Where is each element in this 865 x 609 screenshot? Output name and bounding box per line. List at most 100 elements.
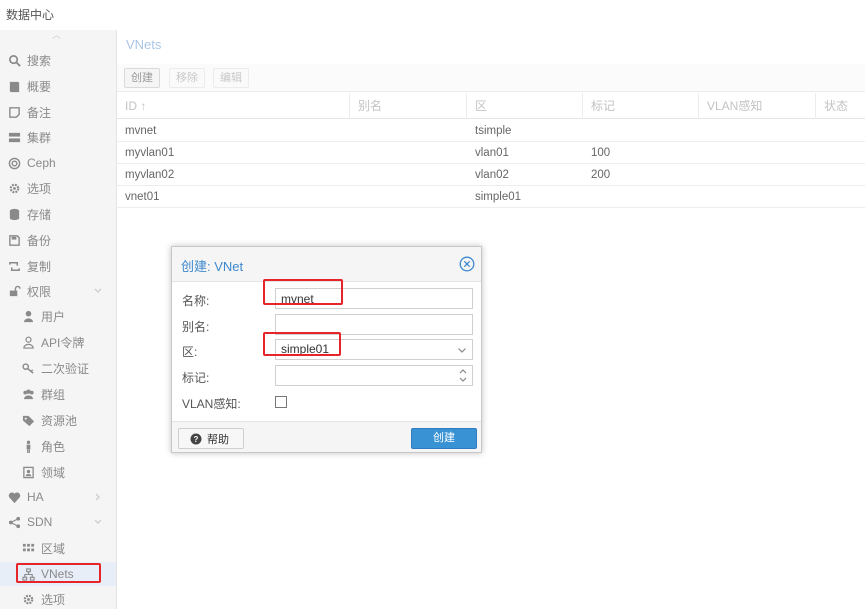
sidebar-item-cluster[interactable]: 集群 [0, 125, 116, 149]
tag-spinner[interactable] [275, 365, 473, 386]
zone-label: 区: [182, 345, 198, 359]
sidebar-item-permissions[interactable]: 权限 [0, 279, 116, 303]
table-row[interactable]: myvlan02 vlan02 200 [117, 164, 865, 186]
sidebar-item-groups[interactable]: 群组 [0, 382, 116, 406]
cell-zone: tsimple [475, 125, 512, 137]
chevron-right-icon[interactable] [93, 492, 103, 502]
cell-zone: vlan02 [475, 169, 509, 181]
column-header-alias[interactable]: 别名 [350, 93, 467, 119]
chevron-down-icon[interactable] [93, 517, 103, 527]
close-icon[interactable] [459, 256, 475, 272]
search-icon [7, 53, 21, 67]
cell-alias [350, 120, 358, 142]
sidebar-item-label: 搜索 [27, 53, 52, 68]
sidebar-item-storage[interactable]: 存储 [0, 202, 116, 226]
sidebar-item-label: 权限 [27, 284, 52, 299]
remove-button[interactable]: 移除 [169, 68, 205, 88]
dialog-header[interactable]: 创建: VNet [172, 247, 481, 281]
sdn-icon [7, 515, 21, 529]
cell-id: vnet01 [125, 191, 160, 203]
help-button[interactable]: ? 帮助 [178, 428, 244, 449]
sidebar-item-api-tokens[interactable]: API令牌 [0, 330, 116, 354]
sidebar-item-roles[interactable]: 角色 [0, 434, 116, 458]
collapse-arrow-icon[interactable]: ︿ [52, 31, 62, 40]
column-header-zone[interactable]: 区 [467, 93, 583, 119]
gear-icon [21, 592, 35, 606]
cell-tag [583, 186, 591, 208]
spinner-arrows-icon[interactable] [458, 367, 468, 384]
sidebar-item-label: 复制 [27, 259, 52, 274]
sidebar-item-ceph[interactable]: Ceph [0, 151, 116, 175]
sidebar-item-replication[interactable]: 复制 [0, 254, 116, 278]
sidebar: ︿ 搜索 概要 备注 集群 Ceph 选项 存储 备份 复制 权限 用户 API… [0, 30, 117, 609]
vlan-aware-label: VLAN感知: [182, 397, 241, 411]
sidebar-item-label: SDN [27, 515, 53, 529]
tags-icon [21, 413, 35, 427]
table-row[interactable]: myvlan01 vlan01 100 [117, 142, 865, 164]
user-outline-icon [21, 335, 35, 349]
sidebar-item-backup[interactable]: 备份 [0, 228, 116, 252]
highlight-box [16, 563, 101, 583]
table-row[interactable]: vnet01 simple01 [117, 186, 865, 208]
sidebar-item-label: 集群 [27, 130, 52, 145]
retweet-icon [7, 259, 21, 273]
datacenter-title: 数据中心 [6, 8, 55, 22]
toolbar: 创建 移除 编辑 [117, 64, 865, 92]
tag-label: 标记: [182, 371, 210, 385]
sidebar-item-label: 概要 [27, 79, 52, 94]
sidebar-item-label: 存储 [27, 207, 52, 222]
ceph-icon [7, 156, 21, 170]
sidebar-item-users[interactable]: 用户 [0, 304, 116, 328]
sidebar-item-label: Ceph [27, 156, 56, 170]
sidebar-item-label: 备注 [27, 105, 52, 120]
highlight-box [263, 332, 341, 356]
cell-alias [350, 164, 358, 186]
edit-button[interactable]: 编辑 [213, 68, 249, 88]
svg-text:?: ? [194, 435, 199, 444]
sidebar-item-options[interactable]: 选项 [0, 176, 116, 200]
sidebar-item-sdn-options[interactable]: 选项 [0, 587, 116, 609]
sidebar-item-realms[interactable]: 领域 [0, 460, 116, 484]
cell-tag: 100 [591, 147, 611, 159]
sidebar-item-zones[interactable]: 区域 [0, 536, 116, 560]
sidebar-item-sdn[interactable]: SDN [0, 510, 116, 534]
create-button[interactable]: 创建 [124, 68, 160, 88]
cell-alias [350, 142, 358, 164]
sidebar-item-label: HA [27, 490, 44, 504]
dialog-title: 创建: VNet [181, 259, 244, 274]
name-label: 名称: [182, 294, 210, 308]
chevron-down-icon[interactable] [457, 345, 467, 355]
column-header-vlan-aware[interactable]: VLAN感知 [699, 93, 816, 119]
book-icon [7, 79, 21, 93]
table-row[interactable]: mvnet tsimple [117, 120, 865, 142]
question-circle-icon: ? [190, 433, 202, 444]
dialog-create-button[interactable]: 创建 [411, 428, 477, 449]
cell-zone: vlan01 [475, 147, 509, 159]
sidebar-item-notes[interactable]: 备注 [0, 100, 116, 124]
vlan-aware-checkbox[interactable] [275, 396, 287, 408]
cell-tag [583, 120, 591, 142]
cell-id: myvlan01 [125, 147, 175, 159]
column-header-id[interactable]: ID ↑ [117, 93, 350, 119]
column-header-tag[interactable]: 标记 [583, 93, 699, 119]
sidebar-item-label: API令牌 [41, 335, 85, 350]
sidebar-item-ha[interactable]: HA [0, 485, 116, 509]
cell-zone: simple01 [475, 191, 522, 203]
key-icon [21, 361, 35, 375]
sidebar-item-summary[interactable]: 概要 [0, 74, 116, 98]
sidebar-item-pools[interactable]: 资源池 [0, 408, 116, 432]
help-button-label: 帮助 [207, 433, 229, 446]
column-header-state[interactable]: 状态 [816, 93, 865, 119]
database-icon [7, 207, 21, 221]
sidebar-item-2fa[interactable]: 二次验证 [0, 356, 116, 380]
cell-alias [350, 186, 358, 208]
panel-title: VNets [126, 37, 162, 52]
id-badge-icon [21, 465, 35, 479]
dialog-footer: ? 帮助 创建 [172, 423, 481, 453]
chevron-down-icon[interactable] [93, 286, 103, 296]
highlight-box [263, 279, 343, 305]
sidebar-item-label: 二次验证 [41, 361, 90, 376]
sidebar-item-search[interactable]: 搜索 [0, 48, 116, 72]
cell-tag: 200 [591, 169, 611, 181]
cell-id: myvlan02 [125, 169, 175, 181]
